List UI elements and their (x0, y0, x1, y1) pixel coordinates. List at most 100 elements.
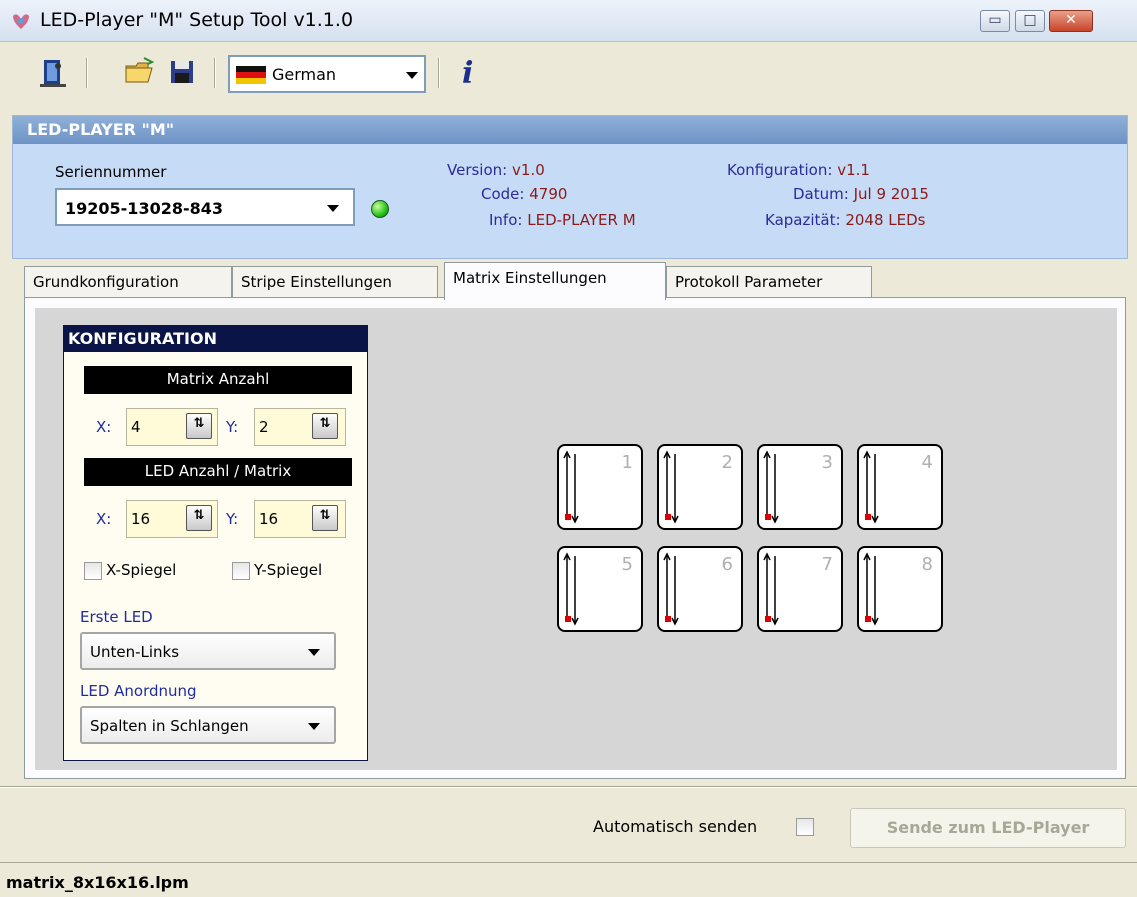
y-mirror-label: Y-Spiegel (254, 561, 323, 579)
capacity-value: 2048 LEDs (845, 211, 926, 229)
led-x-label: X: (96, 510, 112, 528)
code-label: Code: (481, 185, 525, 203)
spin-arrows-icon: ⇅ (193, 416, 205, 431)
matrix-cell: 8 (857, 546, 943, 632)
matrix-y-spinner[interactable]: ⇅ (312, 413, 338, 439)
maximize-icon: □ (1023, 12, 1037, 28)
spin-arrows-icon: ⇅ (319, 416, 331, 431)
close-button[interactable]: ✕ (1049, 10, 1093, 32)
led-count-header: LED Anzahl / Matrix (84, 458, 352, 486)
matrix-cell: 3 (757, 444, 843, 530)
date-label: Datum: (793, 185, 849, 203)
language-select[interactable]: German (228, 55, 426, 93)
chevron-down-icon (327, 205, 339, 212)
toolbar-separator (438, 58, 440, 88)
first-led-value: Unten-Links (90, 643, 180, 661)
tab-matrix-einstellungen[interactable]: Matrix Einstellungen (444, 262, 666, 300)
arrangement-select[interactable]: Spalten in Schlangen (80, 706, 336, 744)
status-filename: matrix_8x16x16.lpm (6, 873, 189, 892)
open-folder-icon[interactable] (122, 54, 158, 90)
first-led-marker (865, 616, 871, 622)
info-value: LED-PLAYER M (527, 211, 636, 229)
spin-arrows-icon: ⇅ (193, 508, 205, 523)
matrix-settings-panel: KONFIGURATION Matrix Anzahl X: 4 ⇅ Y: 2 … (24, 297, 1126, 779)
led-y-label: Y: (226, 510, 239, 528)
serial-value: 19205-13028-843 (65, 199, 224, 218)
toolbar: German i (0, 44, 1137, 106)
matrix-cell: 7 (757, 546, 843, 632)
config-label: Konfiguration: (727, 161, 833, 179)
arrangement-value: Spalten in Schlangen (90, 717, 249, 735)
matrix-cell-number: 8 (921, 554, 933, 575)
app-logo-icon (13, 14, 29, 29)
x-mirror-checkbox[interactable] (84, 562, 102, 580)
minimize-button[interactable]: ▭ (980, 10, 1010, 32)
matrix-cell-number: 6 (721, 554, 733, 575)
serial-number-select[interactable]: 19205-13028-843 (55, 188, 355, 226)
matrix-cell-number: 2 (721, 452, 733, 473)
save-disk-icon[interactable] (164, 54, 200, 90)
connection-status-led (371, 200, 389, 218)
tab-protokoll-parameter[interactable]: Protokoll Parameter (666, 266, 872, 298)
serial-label: Seriennummer (55, 163, 167, 181)
chevron-down-icon (308, 723, 320, 730)
matrix-cell: 5 (557, 546, 643, 632)
date-value: Jul 9 2015 (853, 185, 929, 203)
first-led-select[interactable]: Unten-Links (80, 632, 336, 670)
matrix-cell-number: 4 (921, 452, 933, 473)
tab-grundkonfiguration[interactable]: Grundkonfiguration (24, 266, 232, 298)
toolbar-separator (214, 58, 216, 88)
matrix-cell-number: 1 (621, 452, 633, 473)
info-icon[interactable]: i (462, 56, 473, 91)
german-flag-icon (236, 66, 266, 84)
x-mirror-label: X-Spiegel (106, 561, 177, 579)
matrix-x-label: X: (96, 418, 112, 436)
auto-send-checkbox[interactable] (796, 818, 814, 836)
matrix-cell: 1 (557, 444, 643, 530)
first-led-marker (865, 514, 871, 520)
date-row: Datum: Jul 9 2015 (793, 185, 929, 203)
first-led-marker (765, 616, 771, 622)
matrix-canvas: KONFIGURATION Matrix Anzahl X: 4 ⇅ Y: 2 … (35, 308, 1117, 770)
auto-send-label: Automatisch senden (593, 817, 758, 836)
toolbar-separator (86, 58, 88, 88)
spin-arrows-icon: ⇅ (319, 508, 331, 523)
window-title: LED-Player "M" Setup Tool v1.1.0 (40, 9, 354, 31)
language-value: German (272, 65, 337, 84)
matrix-cell: 6 (657, 546, 743, 632)
matrix-x-spinner[interactable]: ⇅ (186, 413, 212, 439)
info-label: Info: (489, 211, 523, 229)
matrix-cell-number: 3 (821, 452, 833, 473)
matrix-count-header: Matrix Anzahl (84, 366, 352, 394)
y-mirror-checkbox[interactable] (232, 562, 250, 580)
matrix-y-label: Y: (226, 418, 239, 436)
config-value: v1.1 (837, 161, 870, 179)
code-value: 4790 (529, 185, 568, 203)
chevron-down-icon (406, 72, 418, 79)
led-y-spinner[interactable]: ⇅ (312, 505, 338, 531)
exit-icon[interactable] (36, 54, 72, 90)
first-led-marker (765, 514, 771, 520)
version-label: Version: (447, 161, 508, 179)
first-led-marker (565, 616, 571, 622)
version-row: Version: v1.0 (447, 161, 545, 179)
capacity-label: Kapazität: (765, 211, 841, 229)
footer-divider (0, 786, 1137, 788)
maximize-button[interactable]: □ (1015, 10, 1045, 32)
info-row: Info: LED-PLAYER M (489, 211, 636, 229)
first-led-marker (665, 616, 671, 622)
matrix-cell: 2 (657, 444, 743, 530)
matrix-cell-number: 5 (621, 554, 633, 575)
code-row: Code: 4790 (481, 185, 567, 203)
send-to-player-button[interactable]: Sende zum LED-Player (850, 808, 1126, 848)
status-bar: matrix_8x16x16.lpm (0, 862, 1137, 897)
tab-stripe-einstellungen[interactable]: Stripe Einstellungen (232, 266, 438, 298)
first-led-marker (565, 514, 571, 520)
title-bar: LED-Player "M" Setup Tool v1.1.0 ▭ □ ✕ (0, 0, 1137, 42)
konfiguration-panel: KONFIGURATION Matrix Anzahl X: 4 ⇅ Y: 2 … (63, 325, 368, 761)
capacity-row: Kapazität: 2048 LEDs (765, 211, 925, 229)
led-x-spinner[interactable]: ⇅ (186, 505, 212, 531)
chevron-down-icon (308, 649, 320, 656)
arrangement-label: LED Anordnung (80, 682, 197, 700)
konfiguration-title: KONFIGURATION (64, 326, 367, 352)
